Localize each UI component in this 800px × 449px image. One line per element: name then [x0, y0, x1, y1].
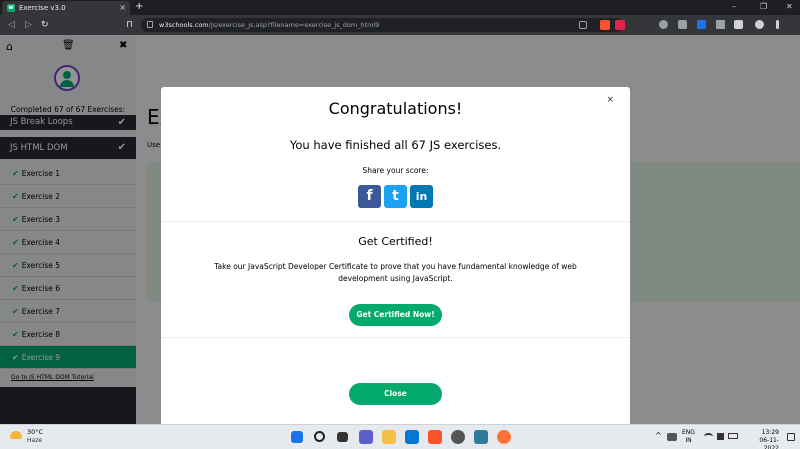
cert-title: Get Certified!	[358, 235, 433, 248]
search-icon[interactable]	[314, 431, 325, 442]
language-code: ENG	[682, 429, 695, 436]
file-explorer-icon[interactable]	[382, 430, 396, 444]
divider	[161, 337, 630, 338]
bing-icon[interactable]	[697, 20, 706, 29]
battery-icon[interactable]	[728, 433, 738, 439]
date: 06-11-2022	[759, 437, 779, 449]
profile-icon[interactable]	[755, 20, 764, 29]
back-button[interactable]: ◁	[8, 18, 15, 32]
divider	[161, 221, 630, 222]
wifi-icon[interactable]	[704, 433, 713, 440]
brave-shields-icon[interactable]	[600, 20, 610, 30]
modal-title: Congratulations!	[328, 99, 463, 118]
restore-button[interactable]: ❐	[760, 0, 767, 14]
facebook-share-icon[interactable]: f	[358, 185, 381, 208]
browser-tab[interactable]: w Exercise v3.0 ×	[2, 1, 130, 15]
twitter-share-icon[interactable]: t	[384, 185, 407, 208]
firefox-icon[interactable]	[497, 430, 511, 444]
app-icon[interactable]	[474, 430, 488, 444]
chevron-up-icon[interactable]: ^	[655, 432, 662, 440]
sidebar-toggle-icon[interactable]	[716, 20, 725, 29]
forward-button[interactable]: ▷	[25, 18, 32, 32]
cert-description: Take our JavaScript Developer Certificat…	[214, 262, 577, 283]
brave-rewards-icon[interactable]	[615, 20, 625, 30]
congratulations-modal: × Congratulations! You have finished all…	[161, 87, 630, 424]
extensions-puzzle-icon[interactable]	[734, 20, 743, 29]
url-text: w3schools.com/js/exercise_js.asp?filenam…	[159, 21, 380, 29]
windows-taskbar: 30°C Haze ^ ENG IN 13:29 06-11-2022	[0, 424, 800, 449]
chat-icon[interactable]	[359, 430, 373, 444]
window-close-button[interactable]: ✕	[786, 0, 793, 14]
lock-icon	[147, 21, 153, 28]
page-content: ⌂ 🗑 ✖ Completed 67 of 67 Exercises: JS B…	[0, 35, 800, 424]
linkedin-share-icon[interactable]: in	[410, 185, 433, 208]
vscode-icon[interactable]	[405, 430, 419, 444]
clock-app-icon[interactable]	[451, 430, 465, 444]
get-certified-button[interactable]: Get Certified Now!	[349, 304, 442, 326]
tab-title: Exercise v3.0	[19, 4, 66, 12]
task-view-icon[interactable]	[337, 432, 348, 442]
notification-icon[interactable]	[787, 433, 795, 441]
reload-button[interactable]: ↻	[41, 18, 49, 32]
tray-app-icon[interactable]	[667, 433, 677, 441]
minimize-button[interactable]: –	[732, 0, 736, 14]
time: 13:29	[761, 429, 779, 436]
brave-browser-icon[interactable]	[428, 430, 442, 444]
region-code: IN	[685, 437, 692, 444]
weather-condition[interactable]: Haze	[27, 437, 42, 445]
share-label: Share your score:	[362, 166, 429, 175]
wallet-icon[interactable]	[678, 20, 687, 29]
modal-message: You have finished all 67 JS exercises.	[289, 138, 502, 152]
windows-start-icon[interactable]	[291, 431, 303, 443]
clock[interactable]: 13:29 06-11-2022	[745, 429, 779, 449]
bookmark-button[interactable]: ⊓	[126, 18, 133, 32]
extension-icon[interactable]	[659, 20, 668, 29]
browser-tab-bar: w Exercise v3.0 × + – ❐ ✕	[0, 0, 800, 15]
w3schools-favicon-icon: w	[7, 4, 15, 12]
weather-icon[interactable]	[10, 431, 22, 439]
new-tab-button[interactable]: +	[135, 0, 143, 14]
volume-icon[interactable]	[717, 433, 724, 440]
language-indicator[interactable]: ENG IN	[682, 429, 695, 445]
tab-close-icon[interactable]: ×	[119, 2, 126, 14]
browser-toolbar: ◁ ▷ ↻ ⊓ w3schools.com/js/exercise_js.asp…	[0, 15, 800, 35]
close-button[interactable]: Close	[349, 383, 442, 405]
menu-icon[interactable]	[776, 20, 779, 29]
address-bar[interactable]: w3schools.com/js/exercise_js.asp?filenam…	[141, 18, 625, 32]
share-page-icon[interactable]	[579, 21, 587, 29]
temperature[interactable]: 30°C	[27, 428, 43, 436]
